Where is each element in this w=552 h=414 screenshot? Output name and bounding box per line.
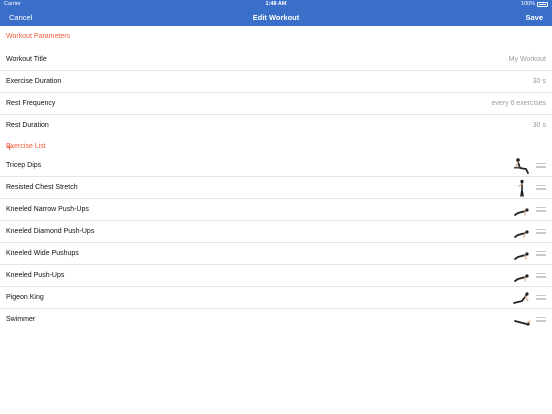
save-button[interactable]: Save <box>525 9 543 26</box>
exercise-label: Tricep Dips <box>6 162 42 169</box>
exercise-row-kneeled-push-ups[interactable]: Kneeled Push-Ups <box>0 265 552 288</box>
tricep-dips-figure-icon <box>514 158 529 174</box>
stretch-figure-icon <box>513 292 529 304</box>
exercise-duration-row[interactable]: Exercise Duration 30 s <box>0 71 552 93</box>
reorder-handle[interactable] <box>536 273 546 278</box>
rest-frequency-value[interactable]: every 6 exercises <box>492 93 546 115</box>
rest-duration-row[interactable]: Rest Duration 30 s <box>0 115 552 137</box>
navigation-bar: Cancel Edit Workout Save <box>0 9 552 26</box>
battery-indicator: 100% <box>521 0 548 9</box>
status-bar: Carrier 1:48 AM 100% <box>0 0 552 9</box>
reorder-handle[interactable] <box>536 163 546 168</box>
reorder-handle[interactable] <box>536 229 546 234</box>
pushup-figure-icon <box>514 208 529 216</box>
exercise-label: Kneeled Diamond Push-Ups <box>6 228 95 235</box>
reorder-handle[interactable] <box>536 295 546 300</box>
battery-percent: 100% <box>520 1 535 7</box>
workout-parameters-header: Workout Parameters <box>0 26 552 48</box>
clock: 1:48 AM <box>265 1 287 7</box>
exercise-row-resisted-chest-stretch[interactable]: Resisted Chest Stretch <box>0 177 552 200</box>
exercise-label: Pigeon King <box>6 294 44 301</box>
rest-duration-value[interactable]: 30 s <box>533 115 546 137</box>
exercise-row-swimmer[interactable]: Swimmer <box>0 309 552 331</box>
exercise-duration-value[interactable]: 30 s <box>533 71 546 93</box>
lying-figure-icon <box>514 320 531 326</box>
workout-title-value[interactable]: My Workout <box>509 49 546 71</box>
exercise-label: Swimmer <box>6 316 36 323</box>
pushup-figure-icon <box>514 274 529 282</box>
workout-title-row[interactable]: Workout Title My Workout <box>0 49 552 71</box>
exercise-row-kneeled-diamond-push-ups[interactable]: Kneeled Diamond Push-Ups <box>0 221 552 244</box>
exercise-row-pigeon-king[interactable]: Pigeon King <box>0 287 552 310</box>
exercise-row-tricep-dips[interactable]: Tricep Dips <box>0 155 552 178</box>
rest-frequency-row[interactable]: Rest Frequency every 6 exercises <box>0 93 552 115</box>
pushup-figure-icon <box>514 252 529 260</box>
section-title: Workout Parameters <box>6 33 71 40</box>
exercise-row-kneeled-wide-pushups[interactable]: Kneeled Wide Pushups <box>0 243 552 266</box>
row-label: Rest Frequency <box>6 100 56 107</box>
reorder-handle[interactable] <box>536 251 546 256</box>
reorder-handle[interactable] <box>536 185 546 190</box>
row-label: Workout Title <box>6 56 47 63</box>
exercise-label: Kneeled Push-Ups <box>6 272 65 279</box>
page-title: Edit Workout <box>252 13 300 22</box>
exercise-label: Kneeled Narrow Push-Ups <box>6 206 89 213</box>
pushup-figure-icon <box>514 230 529 238</box>
cancel-button[interactable]: Cancel <box>9 9 32 26</box>
reorder-handle[interactable] <box>536 317 546 322</box>
exercise-label: Resisted Chest Stretch <box>6 184 78 191</box>
reorder-handle[interactable] <box>536 207 546 212</box>
standing-figure-icon <box>518 179 524 197</box>
row-label: Exercise Duration <box>6 78 62 85</box>
battery-icon <box>537 2 548 7</box>
row-label: Rest Duration <box>6 122 49 129</box>
exercise-row-kneeled-narrow-push-ups[interactable]: Kneeled Narrow Push-Ups <box>0 199 552 222</box>
exercise-label: Kneeled Wide Pushups <box>6 250 79 257</box>
